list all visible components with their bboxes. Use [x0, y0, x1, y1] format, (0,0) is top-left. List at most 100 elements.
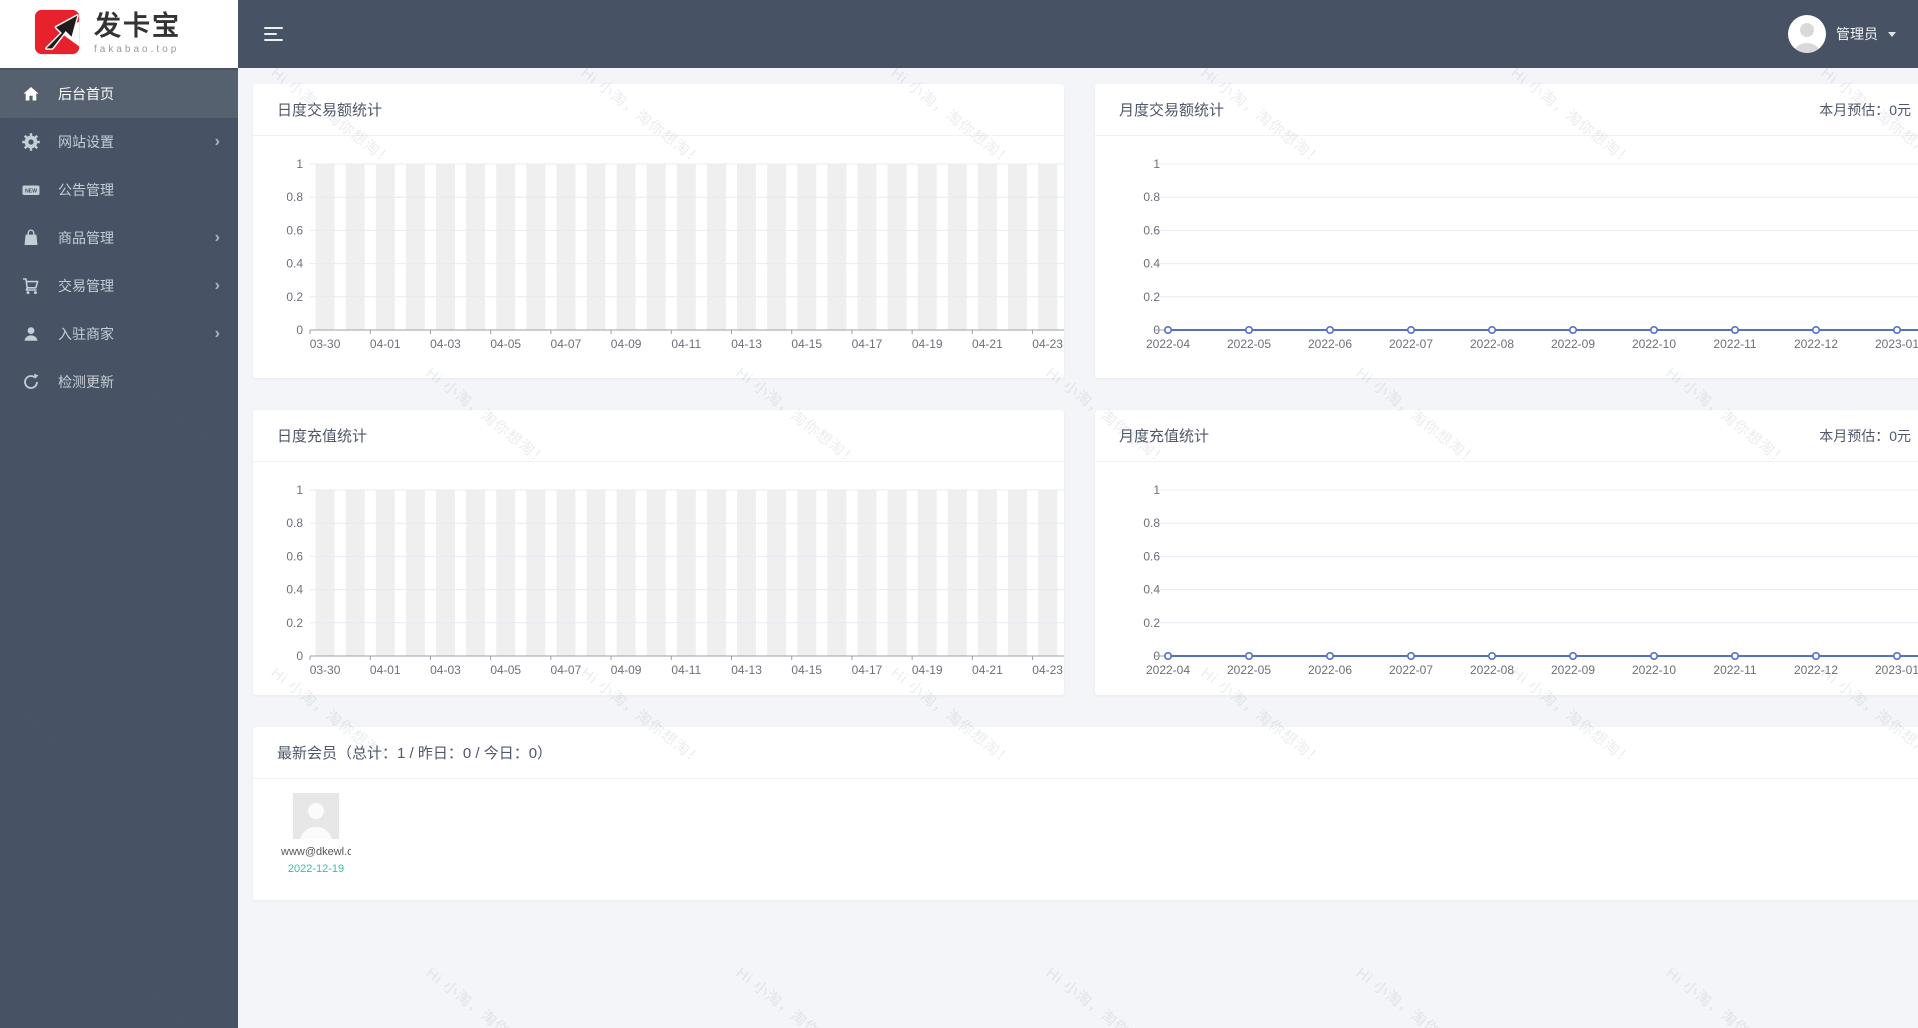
svg-text:0.2: 0.2 — [1143, 616, 1160, 630]
sidebar: 发卡宝 fakabao.top 后台首页网站设置 › NEW 公告管理商品管理 › 交易管… — [0, 0, 238, 1028]
svg-text:04-11: 04-11 — [671, 337, 701, 351]
user-dropdown[interactable]: 管理员 — [1788, 15, 1896, 53]
svg-text:0.6: 0.6 — [1143, 549, 1160, 563]
svg-text:04-01: 04-01 — [370, 663, 401, 677]
chevron-right-icon: › — [214, 325, 220, 342]
member-email: www@dkewl.com — [281, 846, 351, 858]
svg-text:2022-07: 2022-07 — [1389, 337, 1433, 351]
home-icon — [22, 85, 40, 103]
svg-text:04-15: 04-15 — [791, 663, 822, 677]
svg-text:0.8: 0.8 — [1143, 190, 1160, 204]
panel-daily-recharge: 日度充值统计 0 0.2 0.4 0.6 0.8 1 03-30 04-01 04-03 04-0… — [253, 410, 1064, 695]
svg-text:2023-01: 2023-01 — [1875, 337, 1918, 351]
sidebar-menu: 后台首页 网站设置 › NEW 公告管理 商品管理 › 交易管理 › 入驻商家 › 检测更新 — [0, 70, 238, 406]
svg-text:2022-08: 2022-08 — [1470, 337, 1514, 351]
member-join-date: 2022-12-19 — [287, 863, 345, 875]
svg-text:04-15: 04-15 — [791, 337, 822, 351]
monthly-estimate: 本月预估：0元 — [1819, 101, 1911, 118]
svg-text:0.4: 0.4 — [1143, 583, 1160, 597]
chevron-down-icon — [1888, 31, 1896, 37]
svg-text:1: 1 — [1153, 157, 1160, 171]
panel-monthly-recharge: 月度充值统计 本月预估：0元 0 0.2 0.4 0.6 0.8 1 2022-04 2022… — [1095, 410, 1918, 695]
monthly-estimate: 本月预估：0元 — [1819, 427, 1911, 444]
member-card[interactable]: www@dkewl.com 2022-12-19 — [277, 793, 355, 875]
panel-title: 日度交易额统计 — [277, 102, 383, 119]
sidebar-item-dashboard[interactable]: 后台首页 — [0, 70, 238, 118]
panel-title: 日度充值统计 — [277, 428, 368, 445]
sidebar-item-merchants[interactable]: 入驻商家 › — [0, 310, 238, 358]
svg-text:03-30: 03-30 — [310, 663, 341, 677]
brand-name: 发卡宝 — [94, 11, 181, 41]
svg-text:1: 1 — [296, 483, 303, 497]
bag-icon — [22, 229, 40, 247]
svg-text:0.6: 0.6 — [1143, 223, 1160, 237]
sidebar-item-label: 商品管理 — [58, 230, 114, 246]
svg-text:2022-04: 2022-04 — [1146, 663, 1190, 677]
svg-text:0.4: 0.4 — [1143, 257, 1160, 271]
sidebar-item-announcements[interactable]: NEW 公告管理 — [0, 166, 238, 214]
svg-text:1: 1 — [1153, 483, 1160, 497]
svg-text:2022-11: 2022-11 — [1713, 337, 1756, 351]
panel-title: 月度交易额统计 — [1119, 102, 1225, 119]
svg-text:2022-09: 2022-09 — [1551, 337, 1595, 351]
svg-text:2022-10: 2022-10 — [1632, 337, 1676, 351]
cart-icon — [22, 277, 40, 295]
sidebar-item-label: 交易管理 — [58, 278, 114, 294]
daily-recharge-bar-chart: 0 0.2 0.4 0.6 0.8 1 03-30 04-01 04-03 04-05 04-07 0… — [286, 483, 1064, 677]
svg-text:2022-11: 2022-11 — [1713, 663, 1756, 677]
svg-text:04-13: 04-13 — [731, 663, 762, 677]
svg-text:2022-09: 2022-09 — [1551, 663, 1595, 677]
user-name: 管理员 — [1836, 26, 1878, 42]
svg-text:0.6: 0.6 — [286, 549, 303, 563]
panel-title: 最新会员（总计：1 / 昨日：0 / 今日：0） — [277, 745, 553, 762]
logo[interactable]: 发卡宝 fakabao.top — [0, 0, 238, 68]
sidebar-item-check-update[interactable]: 检测更新 — [0, 358, 238, 406]
svg-text:0.4: 0.4 — [286, 583, 303, 597]
svg-text:04-17: 04-17 — [852, 337, 883, 351]
svg-text:NEW: NEW — [25, 189, 37, 195]
main-content: 日度交易额统计 0 0.2 0.4 0.6 0.8 1 03-30 04-01 04-03 04-… — [238, 0, 1918, 900]
svg-text:04-21: 04-21 — [972, 337, 1003, 351]
chevron-right-icon: › — [214, 229, 220, 246]
monthly-transactions-line-chart: 00.20.40.60.812022-04 2022-05 2022-06 2022-… — [1143, 157, 1918, 351]
svg-text:04-21: 04-21 — [972, 663, 1003, 677]
watermark-text: Hi 小淘，淘你想淘！ — [732, 964, 861, 1028]
svg-text:1: 1 — [296, 157, 303, 171]
svg-text:2022-06: 2022-06 — [1308, 663, 1352, 677]
svg-text:2022-12: 2022-12 — [1794, 663, 1838, 677]
new-badge-icon: NEW — [22, 181, 40, 199]
sidebar-item-label: 后台首页 — [58, 86, 114, 102]
menu-toggle-icon[interactable] — [264, 27, 286, 41]
svg-text:2022-05: 2022-05 — [1227, 663, 1271, 677]
chevron-right-icon: › — [214, 133, 220, 150]
sidebar-item-products[interactable]: 商品管理 › — [0, 214, 238, 262]
panel-monthly-transactions: 月度交易额统计 本月预估：0元 0 0.2 0.4 0.6 0.8 1 2022-04 202… — [1095, 84, 1918, 378]
member-avatar — [293, 793, 339, 839]
daily-transactions-bar-chart: 0 0.2 0.4 0.6 0.8 1 03-30 04-01 04-03 04-05 04-07 0… — [286, 157, 1064, 351]
svg-text:04-11: 04-11 — [671, 663, 701, 677]
svg-text:2022-12: 2022-12 — [1794, 337, 1838, 351]
svg-text:0.2: 0.2 — [286, 616, 303, 630]
svg-text:0.8: 0.8 — [286, 516, 303, 530]
svg-text:04-17: 04-17 — [852, 663, 883, 677]
sidebar-item-site-settings[interactable]: 网站设置 › — [0, 118, 238, 166]
svg-text:2022-10: 2022-10 — [1632, 663, 1676, 677]
svg-text:2022-08: 2022-08 — [1470, 663, 1514, 677]
svg-text:04-09: 04-09 — [611, 663, 642, 677]
sidebar-item-label: 检测更新 — [58, 374, 114, 390]
svg-text:2023-01: 2023-01 — [1875, 663, 1918, 677]
sidebar-item-trades[interactable]: 交易管理 › — [0, 262, 238, 310]
svg-text:2022-05: 2022-05 — [1227, 337, 1271, 351]
svg-text:04-05: 04-05 — [490, 337, 521, 351]
panel-latest-members: 最新会员（总计：1 / 昨日：0 / 今日：0） www@dkewl.com 2… — [253, 727, 1918, 900]
svg-text:0.8: 0.8 — [286, 190, 303, 204]
watermark-text: Hi 小淘，淘你想淘！ — [422, 964, 551, 1028]
refresh-icon — [22, 373, 40, 391]
svg-text:04-07: 04-07 — [551, 663, 582, 677]
svg-text:0.2: 0.2 — [286, 290, 303, 304]
svg-text:0: 0 — [296, 323, 303, 337]
svg-text:04-23: 04-23 — [1032, 337, 1063, 351]
svg-text:2022-07: 2022-07 — [1389, 663, 1433, 677]
brand-logo-icon — [34, 6, 84, 63]
watermark-text: Hi 小淘，淘你想淘！ — [1042, 964, 1171, 1028]
